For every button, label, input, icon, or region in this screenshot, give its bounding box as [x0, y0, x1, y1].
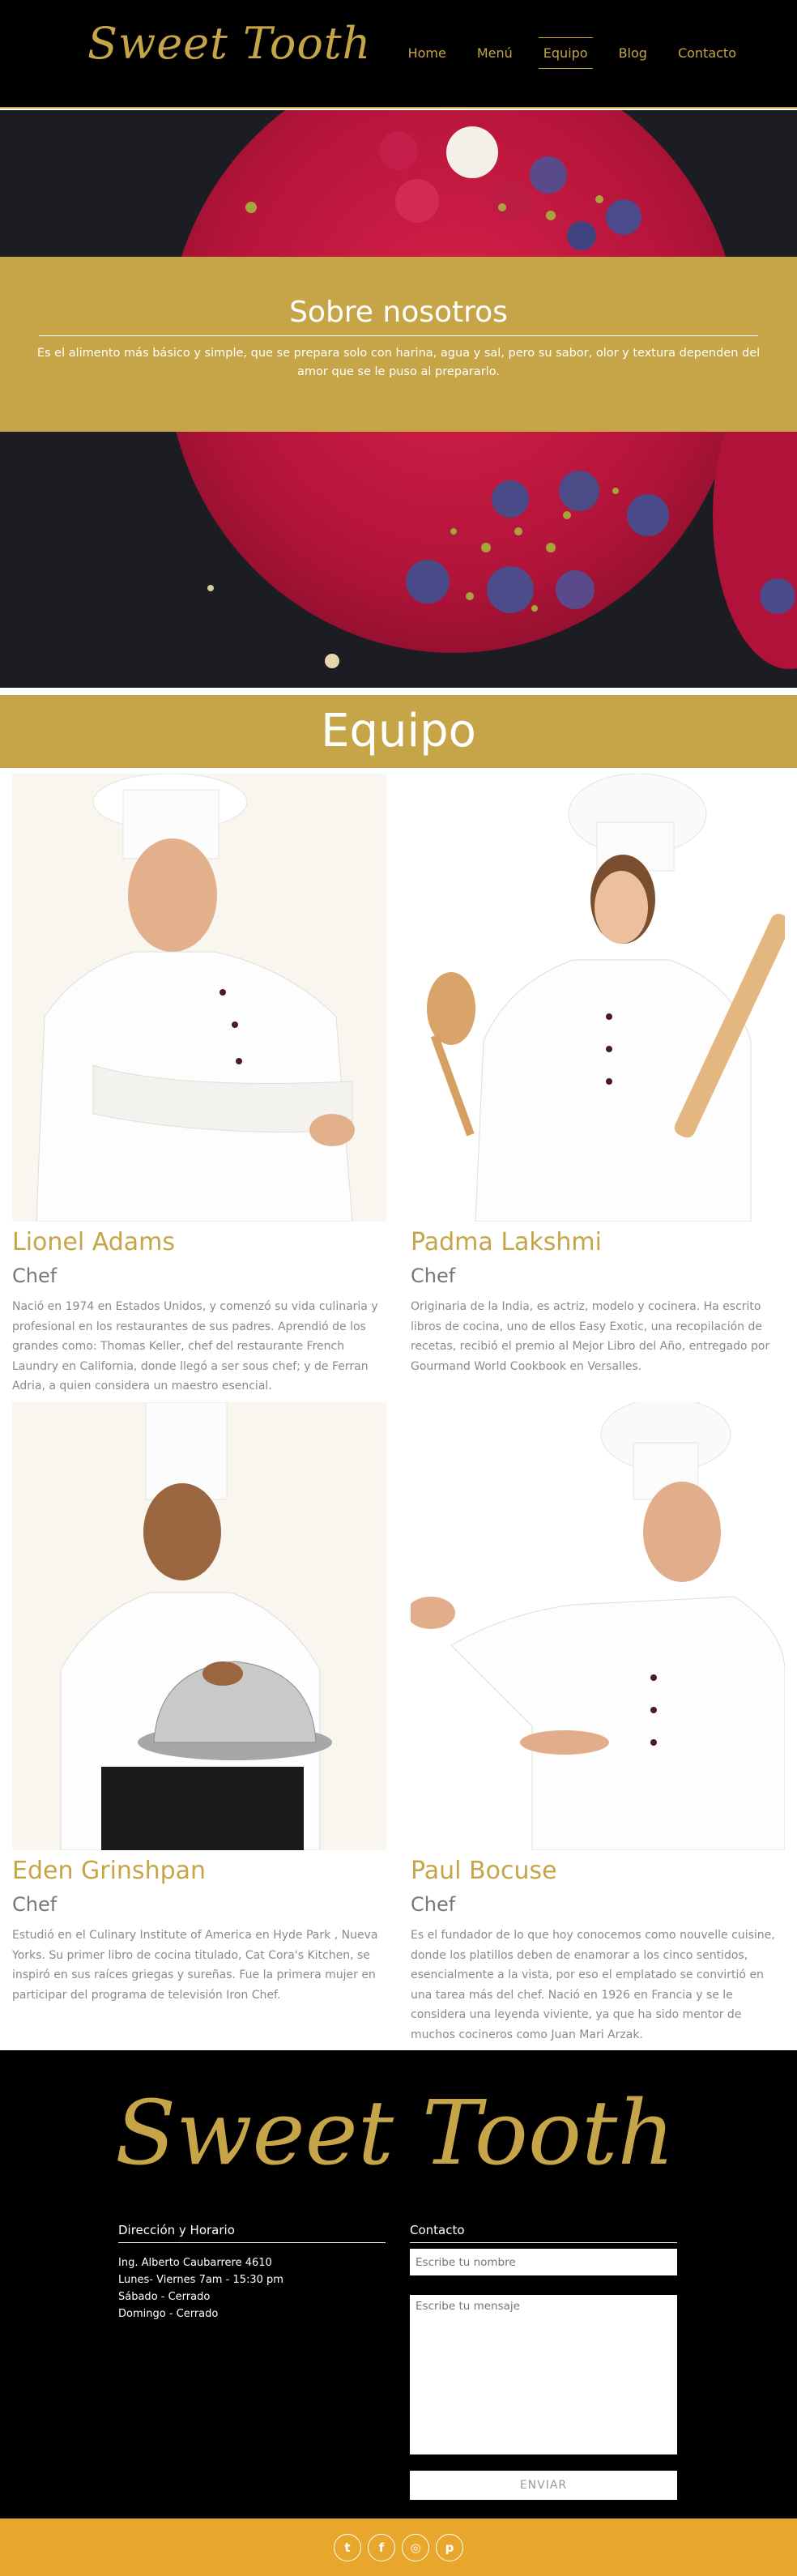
member-role: Chef [12, 1265, 58, 1287]
member-name: Lionel Adams [12, 1228, 176, 1256]
member-role: Chef [411, 1265, 456, 1287]
nav-equipo[interactable]: Equipo [538, 37, 593, 69]
social-bar: t f ◎ p [0, 2518, 797, 2576]
pinterest-icon[interactable]: p [436, 2533, 463, 2561]
site-footer: Sweet Tooth Dirección y Horario Ing. Alb… [0, 2050, 797, 2518]
about-text: Es el alimento más básico y simple, que … [36, 347, 761, 378]
page: Sweet Tooth Home Menú Equipo Blog Contac… [0, 0, 797, 2576]
main-nav: Home Menú Equipo Blog Contacto [393, 37, 752, 69]
hero-banner: Sobre nosotros Es el alimento más básico… [0, 110, 797, 688]
member-role: Chef [411, 1893, 456, 1916]
footer-logo: Sweet Tooth [115, 2081, 676, 2185]
member-name: Eden Grinshpan [12, 1857, 207, 1885]
team-title: Equipo [321, 705, 476, 757]
member-bio: Nació en 1974 en Estados Unidos, y comen… [12, 1300, 378, 1393]
facebook-icon[interactable]: f [368, 2533, 395, 2561]
member-role: Chef [12, 1893, 58, 1916]
nav-home[interactable]: Home [393, 37, 462, 69]
team-card-eden: Eden Grinshpan Chef Estudió en el Culina… [12, 1402, 386, 2005]
about-divider [39, 335, 758, 336]
member-name: Padma Lakshmi [411, 1228, 602, 1256]
site-header: Sweet Tooth Home Menú Equipo Blog Contac… [0, 0, 797, 109]
send-button[interactable]: ENVIAR [410, 2471, 677, 2500]
hours-line: Domingo - Cerrado [118, 2308, 219, 2320]
about-panel: Sobre nosotros Es el alimento más básico… [0, 257, 797, 432]
member-name: Paul Bocuse [411, 1857, 557, 1885]
chef-photo [411, 1402, 785, 1850]
hours-line: Sábado - Cerrado [118, 2291, 211, 2303]
nav-blog[interactable]: Blog [603, 37, 663, 69]
address-title: Dirección y Horario [118, 2223, 386, 2243]
instagram-icon[interactable]: ◎ [402, 2533, 429, 2561]
address-block: Ing. Alberto Caubarrere 4610 Lunes- Vier… [118, 2254, 283, 2322]
message-textarea[interactable] [410, 2295, 677, 2454]
team-card-padma: Padma Lakshmi Chef Originaria de la Indi… [411, 774, 785, 1376]
team-heading-band: Equipo [0, 695, 797, 768]
contact-title: Contacto [410, 2223, 677, 2243]
team-card-paul: Paul Bocuse Chef Es el fundador de lo qu… [411, 1402, 785, 2045]
chef-photo [12, 1402, 386, 1850]
member-bio: Originaria de la India, es actriz, model… [411, 1300, 770, 1373]
member-bio: Estudió en el Culinary Institute of Amer… [12, 1929, 378, 2002]
team-card-lionel: Lionel Adams Chef Nació en 1974 en Estad… [12, 774, 386, 1397]
chef-photo [12, 774, 386, 1222]
about-title: Sobre nosotros [289, 296, 508, 329]
nav-menu[interactable]: Menú [462, 37, 528, 69]
twitter-icon[interactable]: t [334, 2533, 361, 2561]
name-input[interactable] [410, 2249, 677, 2275]
chef-photo [411, 774, 785, 1222]
nav-contacto[interactable]: Contacto [663, 37, 752, 69]
address-line: Ing. Alberto Caubarrere 4610 [118, 2257, 272, 2269]
hours-line: Lunes- Viernes 7am - 15:30 pm [118, 2274, 283, 2286]
logo[interactable]: Sweet Tooth [87, 18, 371, 69]
member-bio: Es el fundador de lo que hoy conocemos c… [411, 1929, 775, 2041]
